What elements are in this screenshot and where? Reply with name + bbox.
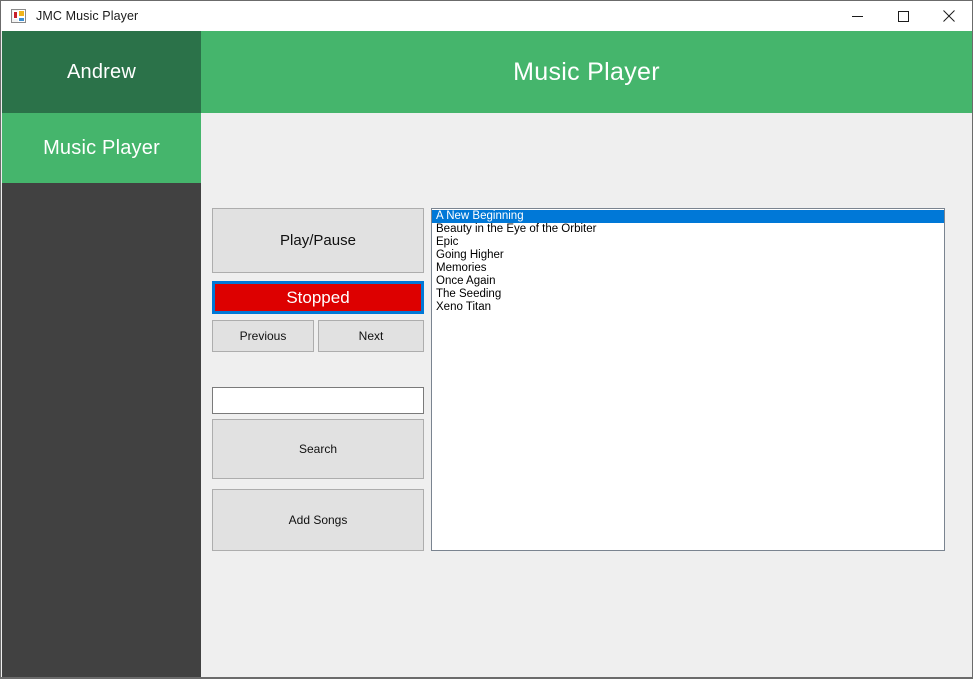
add-songs-button[interactable]: Add Songs	[212, 489, 424, 551]
song-list-item[interactable]: Going Higher	[432, 249, 944, 262]
search-button[interactable]: Search	[212, 419, 424, 479]
winforms-app-icon	[11, 8, 27, 24]
song-list-item[interactable]: Xeno Titan	[432, 301, 944, 314]
song-list[interactable]: A New Beginning Beauty in the Eye of the …	[431, 208, 945, 551]
sidebar-item-label: Music Player	[43, 136, 160, 159]
window-title: JMC Music Player	[36, 9, 139, 23]
maximize-icon	[897, 10, 909, 22]
sidebar-item-music-player[interactable]: Music Player	[2, 113, 201, 183]
status-button[interactable]: Stopped	[212, 281, 424, 314]
app-window: JMC Music Player Andrew Music Player Mus…	[0, 0, 973, 679]
search-input[interactable]	[212, 387, 424, 414]
sidebar: Andrew Music Player	[2, 31, 201, 678]
close-button[interactable]	[926, 1, 972, 31]
song-list-item[interactable]: A New Beginning	[432, 210, 944, 223]
window-bottom-edge	[1, 677, 972, 678]
song-list-item[interactable]: Memories	[432, 262, 944, 275]
play-pause-button[interactable]: Play/Pause	[212, 208, 424, 273]
close-icon	[943, 10, 955, 22]
song-list-item[interactable]: Beauty in the Eye of the Orbiter	[432, 223, 944, 236]
previous-button[interactable]: Previous	[212, 320, 314, 352]
main-content: Music Player Play/Pause Stopped Previous…	[201, 31, 972, 678]
minimize-icon	[851, 11, 863, 22]
song-list-item[interactable]: The Seeding	[432, 288, 944, 301]
sidebar-username: Andrew	[66, 60, 136, 83]
song-list-item[interactable]: Epic	[432, 236, 944, 249]
window-controls	[834, 1, 972, 31]
sidebar-user-header: Andrew	[2, 31, 201, 113]
song-list-item[interactable]: Once Again	[432, 275, 944, 288]
minimize-button[interactable]	[834, 1, 880, 31]
page-header: Music Player	[201, 31, 972, 113]
title-bar: JMC Music Player	[1, 1, 972, 31]
page-title: Music Player	[513, 57, 660, 86]
next-button[interactable]: Next	[318, 320, 424, 352]
maximize-button[interactable]	[880, 1, 926, 31]
